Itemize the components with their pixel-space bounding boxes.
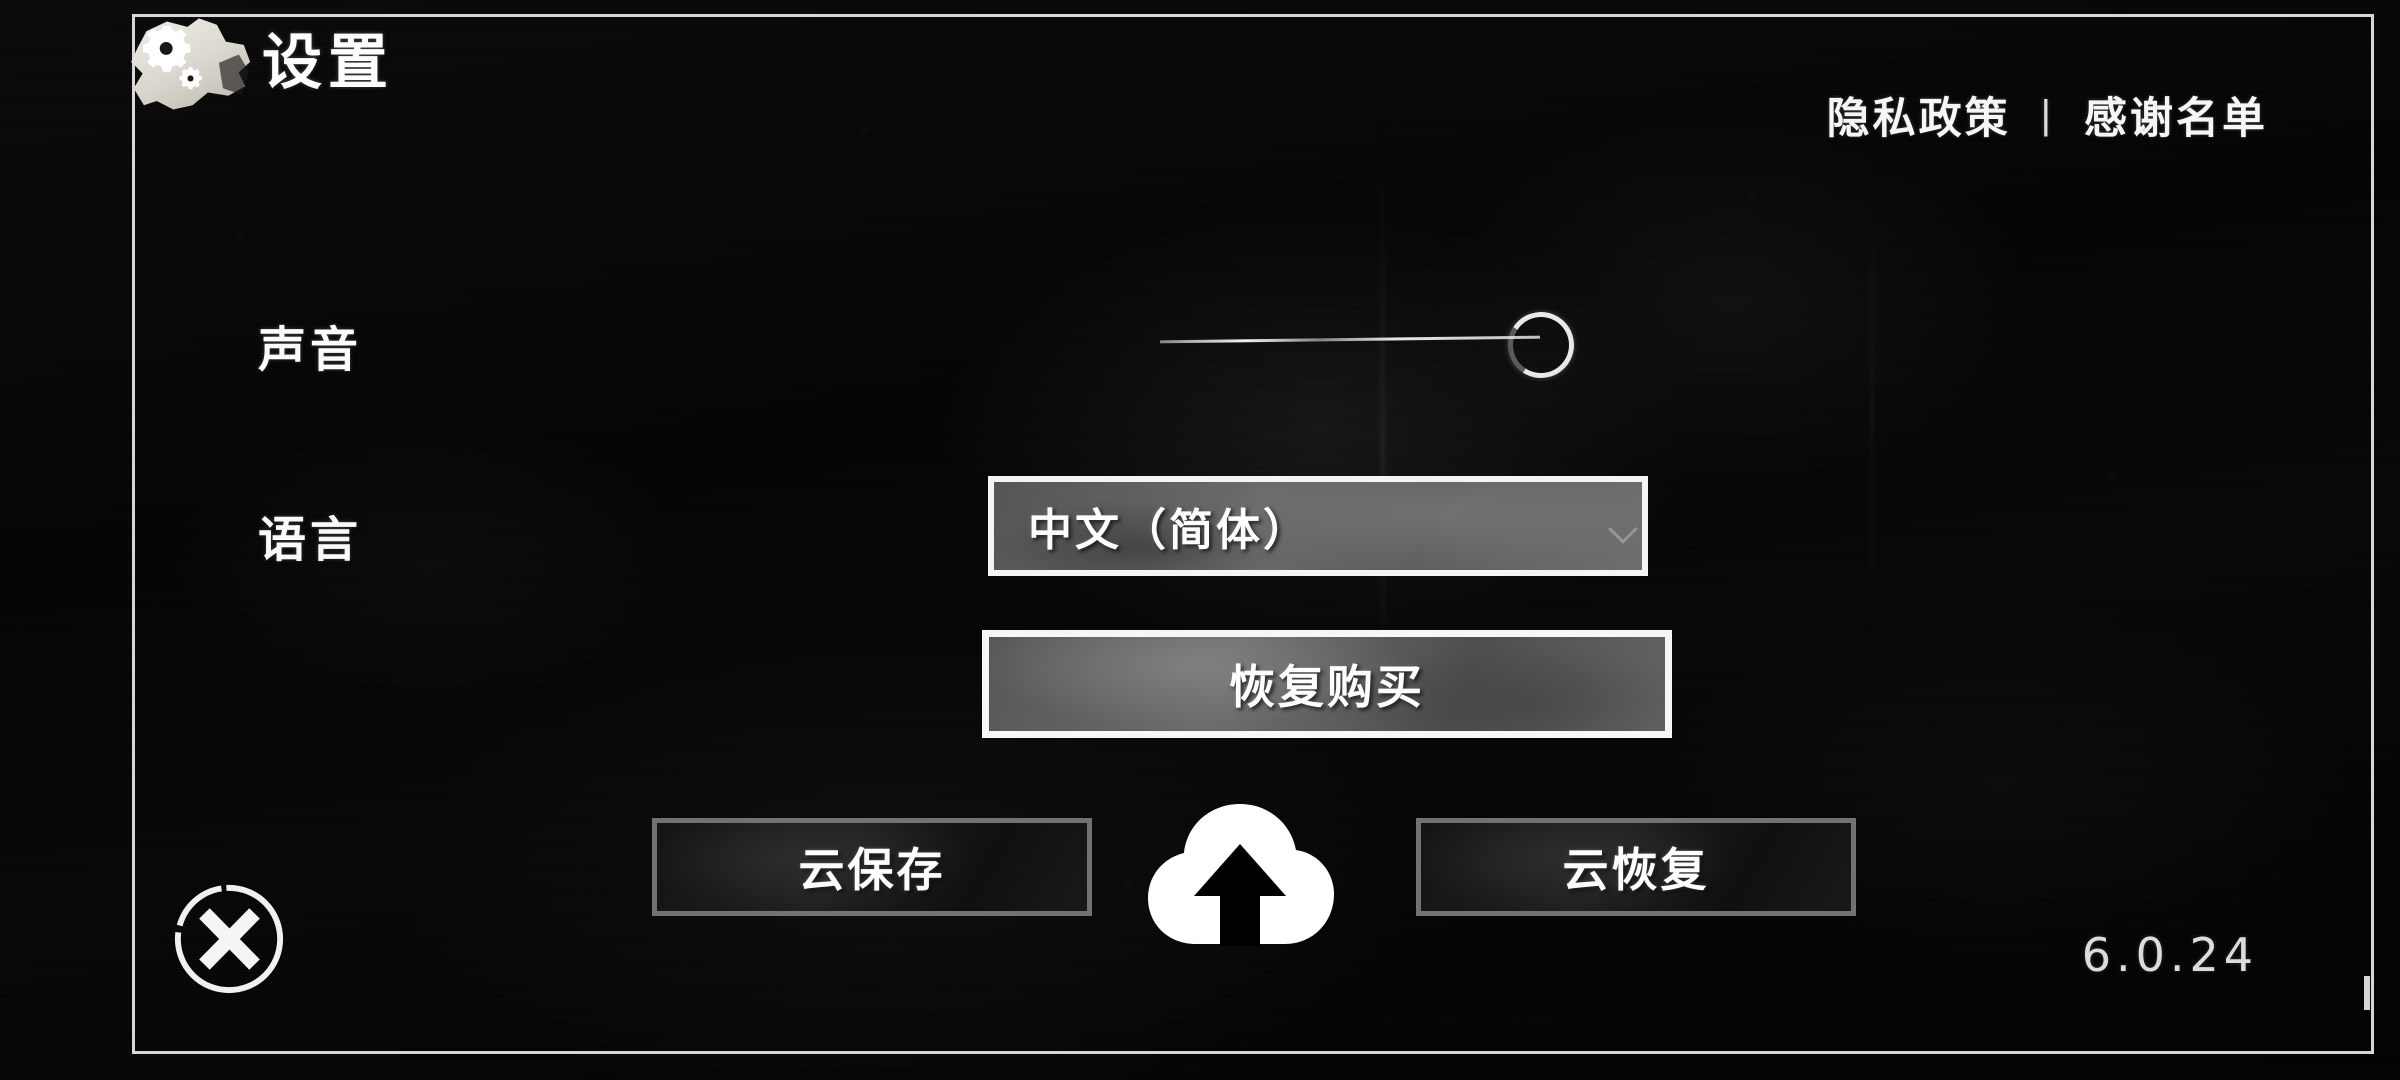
- version-label: 6.0.24: [2081, 928, 2258, 982]
- page-title: 设置: [262, 29, 394, 96]
- language-dropdown[interactable]: 中文（简体）: [988, 476, 1648, 576]
- settings-screen: 设置 隐私政策 | 感谢名单 声音 语言 中文（简体） 恢复购买 云保存 云恢复: [0, 0, 2400, 1080]
- gear-glyph: [143, 26, 202, 90]
- credits-link[interactable]: 感谢名单: [2084, 84, 2268, 146]
- background-streak-right: [1870, 150, 1874, 670]
- frame-edge-mark: [2364, 976, 2370, 1010]
- cloud-restore-label: 云恢复: [1562, 844, 1710, 896]
- sound-slider-track[interactable]: [1159, 335, 1541, 344]
- close-button[interactable]: [170, 880, 288, 998]
- header-link-separator: |: [2040, 92, 2054, 137]
- restore-purchase-button[interactable]: 恢复购买: [982, 630, 1672, 738]
- header-links: 隐私政策 | 感谢名单: [1827, 84, 2268, 146]
- language-selected-value: 中文（简体）: [1028, 506, 1310, 555]
- cloud-save-button[interactable]: 云保存: [652, 818, 1092, 916]
- cloud-save-label: 云保存: [798, 844, 946, 896]
- cloud-upload-icon: [1140, 800, 1340, 946]
- privacy-policy-link[interactable]: 隐私政策: [1827, 84, 2011, 146]
- cloud-restore-button[interactable]: 云恢复: [1416, 818, 1856, 916]
- sound-slider[interactable]: [1159, 300, 1581, 385]
- sound-label: 声音: [258, 324, 363, 377]
- gear-icon: [126, 12, 254, 118]
- restore-purchase-label: 恢复购买: [1229, 661, 1425, 713]
- language-label: 语言: [258, 514, 363, 567]
- close-x-circle-icon: [174, 884, 284, 994]
- sound-slider-knob[interactable]: [1501, 305, 1581, 385]
